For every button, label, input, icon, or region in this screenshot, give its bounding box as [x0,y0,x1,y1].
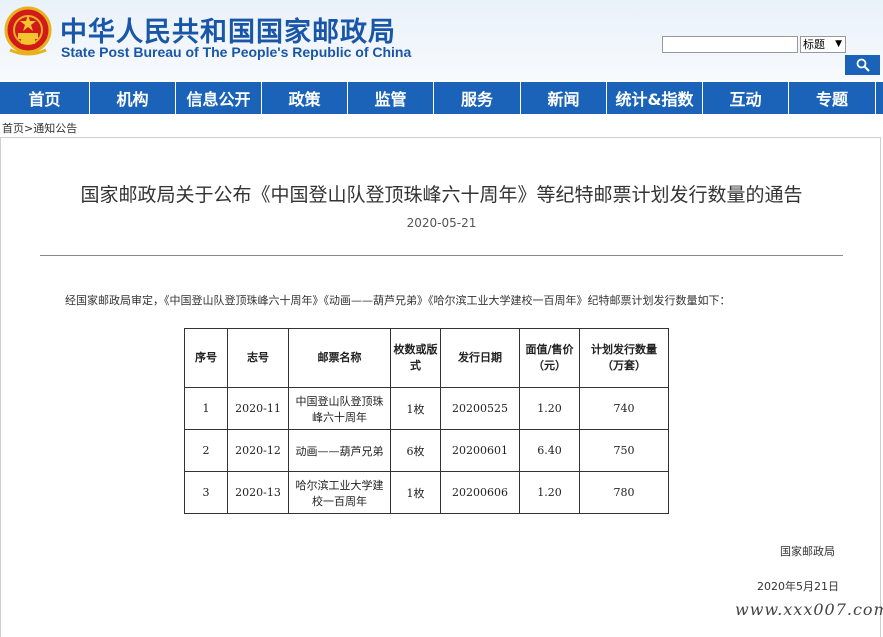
header-cell-face-value: 面值/售价（元） [519,328,580,388]
cell-face-value: 1.20 [519,471,580,514]
article-intro: 经国家邮政局审定，《中国登山队登顶珠峰六十周年》《动画——葫芦兄弟》《哈尔滨工业… [65,294,731,307]
cell-name: 中国登山队登顶珠峰六十周年 [288,387,391,430]
sign-date: 2020年5月21日 [757,580,839,593]
table-row: 2 2020-12 动画——葫芦兄弟 6枚 20200601 6.40 750 [184,429,669,472]
nav-item-topics[interactable]: 专题 [789,82,875,114]
cell-code: 2020-13 [227,471,289,514]
nav-item-info-disclosure[interactable]: 信息公开 [176,82,261,114]
header-cell-quantity: 计划发行数量（万套） [579,328,669,388]
cell-name: 哈尔滨工业大学建校一百周年 [288,471,391,514]
stamp-issue-table: 序号 志号 邮票名称 枚数或版式 发行日期 面值/售价（元） 计划发行数量（万套… [184,328,669,514]
cell-format: 1枚 [390,387,441,430]
cell-format: 1枚 [390,471,441,514]
search-scope-value: 标题 [803,38,825,51]
cell-code: 2020-12 [227,429,289,472]
nav-item-regulation[interactable]: 监管 [348,82,433,114]
cell-face-value: 1.20 [519,387,580,430]
nav-item-home[interactable]: 首页 [0,82,89,114]
article-title: 国家邮政局关于公布《中国登山队登顶珠峰六十周年》等纪特邮票计划发行数量的通告 [80,184,803,206]
cell-quantity: 780 [579,471,669,514]
search-scope-select[interactable]: 标题 ▼ [800,36,846,53]
cell-format: 6枚 [390,429,441,472]
cell-quantity: 740 [579,387,669,430]
site-header: 中华人民共和国国家邮政局 State Post Bureau of The Pe… [0,0,883,80]
cell-issue-date: 20200606 [440,471,520,514]
header-cell-issue-date: 发行日期 [440,328,520,388]
cell-index: 2 [184,429,228,472]
header-cell-index: 序号 [184,328,228,388]
header-cell-format: 枚数或版式 [390,328,441,388]
cell-face-value: 6.40 [519,429,580,472]
breadcrumb-home-link[interactable]: 首页 [2,122,24,135]
header-cell-code: 志号 [227,328,289,388]
breadcrumb-current-link[interactable]: 通知公告 [33,122,77,135]
cell-index: 1 [184,387,228,430]
header-cell-name: 邮票名称 [288,328,391,388]
nav-item-organization[interactable]: 机构 [90,82,175,114]
breadcrumb: 首页>通知公告 [2,120,77,136]
cell-quantity: 750 [579,429,669,472]
nav-item-policy[interactable]: 政策 [262,82,347,114]
nav-item-news[interactable]: 新闻 [521,82,606,114]
search-button[interactable] [845,55,880,75]
cell-code: 2020-11 [227,387,289,430]
cell-issue-date: 20200601 [440,429,520,472]
nav-item-interaction[interactable]: 互动 [703,82,788,114]
national-emblem-icon [4,6,52,56]
search-input[interactable] [662,36,798,53]
watermark: www.xxx007.com [735,600,883,619]
title-divider [40,255,843,256]
table-row: 3 2020-13 哈尔滨工业大学建校一百周年 1枚 20200606 1.20… [184,471,669,514]
signer: 国家邮政局 [780,545,835,558]
cell-issue-date: 20200525 [440,387,520,430]
nav-divider [875,82,876,114]
main-nav: 首页 机构 信息公开 政策 监管 服务 新闻 统计&指数 互动 专题 [0,82,883,114]
site-title-en: State Post Bureau of The People's Republ… [61,44,412,60]
table-row: 1 2020-11 中国登山队登顶珠峰六十周年 1枚 20200525 1.20… [184,387,669,430]
nav-item-statistics[interactable]: 统计&指数 [607,82,702,114]
search-icon [856,58,870,72]
article-date: 2020-05-21 [406,216,477,230]
cell-index: 3 [184,471,228,514]
nav-item-services[interactable]: 服务 [434,82,520,114]
breadcrumb-separator: > [24,122,34,135]
table-header-row: 序号 志号 邮票名称 枚数或版式 发行日期 面值/售价（元） 计划发行数量（万套… [184,328,669,388]
chevron-down-icon: ▼ [835,39,842,49]
cell-name: 动画——葫芦兄弟 [288,429,391,472]
